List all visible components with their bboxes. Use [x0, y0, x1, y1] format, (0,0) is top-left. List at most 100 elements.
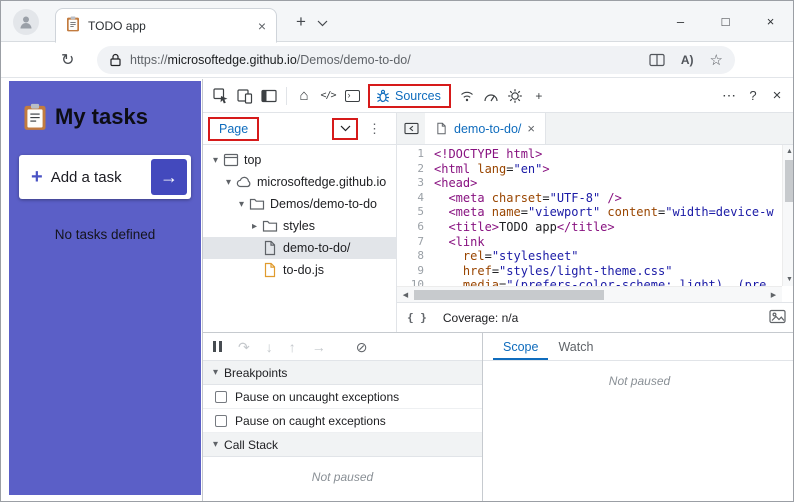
- refresh-button[interactable]: ↻: [61, 50, 74, 70]
- favorites-star-icon[interactable]: ☆: [710, 51, 723, 69]
- welcome-home-icon[interactable]: ⌂: [292, 84, 316, 108]
- split-screen-icon[interactable]: [649, 53, 665, 67]
- tab-sources[interactable]: Sources: [368, 83, 451, 108]
- editor-tab-bar: demo-to-do/ ×: [397, 113, 793, 145]
- devtools-panel: ⌂ </> › Sources + ⋯ ? × Page ⋮ ▾ top ▾ m…: [202, 79, 793, 501]
- file-icon: [262, 240, 278, 256]
- folder-icon: [249, 196, 265, 212]
- expanded-arrow-icon: ▾: [213, 367, 219, 378]
- elements-panel-icon[interactable]: </>: [316, 84, 340, 108]
- tree-item-label: styles: [283, 219, 315, 233]
- minimize-button[interactable]: –: [658, 1, 703, 41]
- step-over-button[interactable]: ↷: [238, 340, 250, 354]
- add-panel-icon[interactable]: +: [527, 84, 551, 108]
- line-number[interactable]: 9: [397, 264, 424, 279]
- tree-item-demos-demo-to-do[interactable]: ▾ Demos/demo-to-do: [203, 193, 396, 215]
- file-tab-demo-to-do[interactable]: demo-to-do/ ×: [425, 113, 546, 144]
- layout-panel-icon[interactable]: [257, 84, 281, 108]
- line-number[interactable]: 1: [397, 147, 424, 162]
- read-aloud-icon[interactable]: A): [681, 53, 694, 67]
- line-number[interactable]: 3: [397, 176, 424, 191]
- code-line: rel="stylesheet": [462, 249, 579, 264]
- tab-scope[interactable]: Scope: [493, 333, 548, 360]
- vertical-scrollbar-thumb[interactable]: [785, 160, 793, 202]
- expanded-arrow-icon[interactable]: ▾: [235, 199, 248, 210]
- device-emulation-icon[interactable]: [233, 84, 257, 108]
- submit-arrow-button[interactable]: →: [151, 159, 187, 195]
- maximize-button[interactable]: □: [703, 1, 748, 41]
- collapsed-arrow-icon[interactable]: ▸: [248, 221, 261, 232]
- code-line: <meta name="viewport" content="width=dev…: [448, 205, 774, 220]
- breakpoint-option-label: Pause on caught exceptions: [235, 413, 386, 428]
- tree-item-microsoftedge-github-io[interactable]: ▾ microsoftedge.github.io: [203, 171, 396, 193]
- tree-item-demo-to-do-[interactable]: demo-to-do/: [203, 237, 396, 259]
- tab-watch[interactable]: Watch: [548, 333, 603, 360]
- show-navigator-icon[interactable]: [397, 113, 425, 144]
- file-tree: ▾ top ▾ microsoftedge.github.io ▾ Demos/demo-…: [203, 145, 396, 281]
- pause-button[interactable]: [213, 341, 222, 352]
- more-options-icon[interactable]: ⋯: [717, 84, 741, 108]
- scroll-up-icon[interactable]: ▲: [783, 145, 793, 158]
- breakpoints-section-header[interactable]: ▾ Breakpoints: [203, 361, 482, 385]
- expanded-arrow-icon[interactable]: ▾: [222, 177, 235, 188]
- pretty-print-braces-icon[interactable]: { }: [407, 311, 427, 324]
- debugger-controls: ↷ ↓ ↑ → ⊘: [203, 333, 482, 361]
- horizontal-scrollbar[interactable]: ◀ ▶: [397, 286, 782, 302]
- tab-list-chevron-icon[interactable]: [317, 16, 333, 28]
- line-number[interactable]: 4: [397, 191, 424, 206]
- line-number[interactable]: 8: [397, 249, 424, 264]
- checkbox[interactable]: [215, 414, 227, 427]
- step-into-button[interactable]: ↓: [266, 340, 273, 354]
- scroll-down-icon[interactable]: ▼: [783, 273, 793, 286]
- memory-panel-icon[interactable]: [503, 84, 527, 108]
- address-bar[interactable]: https://microsoftedge.github.io/Demos/de…: [97, 46, 735, 74]
- more-tabs-chevron-icon[interactable]: [332, 117, 358, 140]
- url-text: https://microsoftedge.github.io/Demos/de…: [130, 53, 633, 67]
- call-stack-section-header[interactable]: ▾ Call Stack: [203, 433, 482, 457]
- performance-panel-icon[interactable]: [479, 84, 503, 108]
- line-number[interactable]: 6: [397, 220, 424, 235]
- breakpoints-title: Breakpoints: [224, 365, 288, 380]
- line-number[interactable]: 5: [397, 205, 424, 220]
- line-number[interactable]: 2: [397, 162, 424, 177]
- image-preview-icon[interactable]: [769, 309, 786, 327]
- add-task-label: Add a task: [50, 168, 122, 186]
- file-tab-close-icon[interactable]: ×: [527, 121, 535, 136]
- close-devtools-icon[interactable]: ×: [765, 84, 789, 108]
- tab-page[interactable]: Page: [208, 116, 260, 141]
- deactivate-breakpoints-button[interactable]: ⊘: [356, 340, 368, 354]
- tab-close-icon[interactable]: ×: [258, 18, 266, 34]
- tree-item-to-do-js[interactable]: to-do.js: [203, 259, 396, 281]
- browser-window: TODO app × + – □ × ↻ https://microsofted…: [0, 0, 794, 502]
- scroll-right-icon[interactable]: ▶: [767, 288, 780, 301]
- close-window-button[interactable]: ×: [748, 1, 793, 41]
- breakpoint-list: Pause on uncaught exceptions Pause on cau…: [203, 385, 482, 433]
- scope-panel: Scope Watch Not paused: [482, 332, 793, 501]
- vertical-scrollbar[interactable]: ▲ ▼: [782, 145, 793, 286]
- new-tab-button[interactable]: +: [289, 10, 313, 34]
- line-number[interactable]: 10: [397, 278, 424, 286]
- code-editor[interactable]: 1 2 3 4 5 6 7 8 9 10 <!DOCTYPE html> <html lang="e…: [397, 145, 793, 286]
- scroll-left-icon[interactable]: ◀: [399, 288, 412, 301]
- line-number[interactable]: 7: [397, 235, 424, 250]
- horizontal-scrollbar-thumb[interactable]: [414, 290, 604, 300]
- tree-item-styles[interactable]: ▸ styles: [203, 215, 396, 237]
- network-panel-icon[interactable]: [455, 84, 479, 108]
- expanded-arrow-icon[interactable]: ▾: [209, 155, 222, 166]
- inspect-icon[interactable]: [209, 84, 233, 108]
- add-task-button[interactable]: + Add a task →: [19, 155, 191, 199]
- console-panel-icon[interactable]: ›: [340, 84, 364, 108]
- help-icon[interactable]: ?: [741, 84, 765, 108]
- step-button[interactable]: →: [312, 340, 326, 354]
- profile-avatar[interactable]: [13, 9, 39, 35]
- browser-tab-todo-app[interactable]: TODO app ×: [55, 8, 277, 43]
- tree-item-top[interactable]: ▾ top: [203, 149, 396, 171]
- sources-editor: demo-to-do/ × 1 2 3 4 5 6 7 8 9 10 <!DOCTYPE html…: [397, 113, 793, 332]
- step-out-button[interactable]: ↑: [289, 340, 296, 354]
- checkbox[interactable]: [215, 390, 227, 403]
- tree-item-label: microsoftedge.github.io: [257, 175, 387, 189]
- code-line: <meta charset="UTF-8" />: [448, 190, 622, 205]
- navigator-menu-icon[interactable]: ⋮: [368, 121, 381, 137]
- url-host: microsoftedge.github.io: [167, 53, 297, 67]
- tree-item-label: Demos/demo-to-do: [270, 197, 377, 211]
